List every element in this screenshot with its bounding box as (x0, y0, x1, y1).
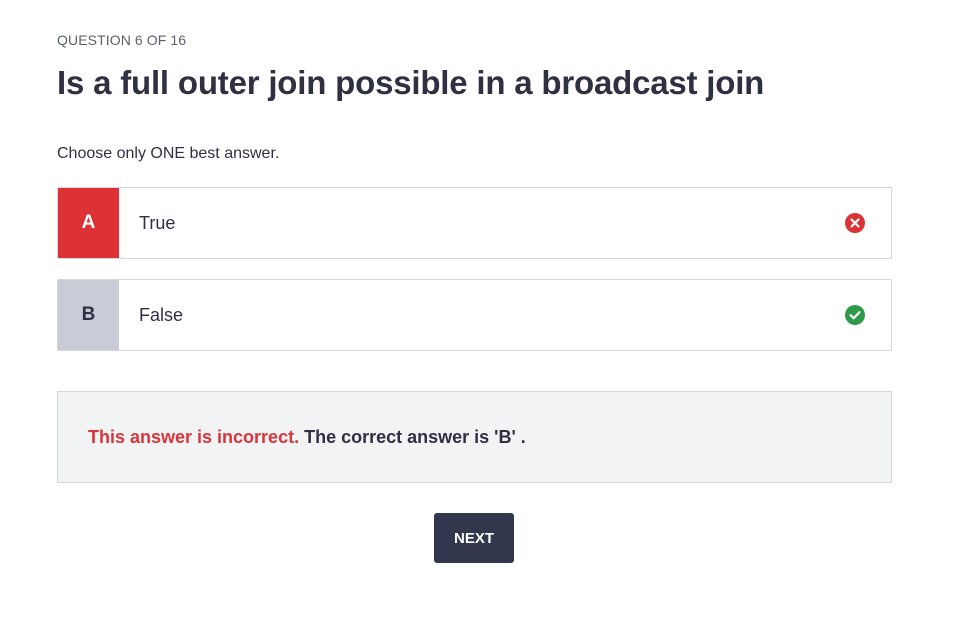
option-text-b: False (139, 304, 184, 325)
next-button[interactable]: NEXT (434, 513, 514, 563)
x-circle-icon (845, 213, 865, 233)
question-title: Is a full outer join possible in a broad… (57, 64, 765, 101)
question-instruction: Choose only ONE best answer. (57, 145, 280, 162)
answer-option-b[interactable]: B False (57, 279, 892, 351)
feedback-message: This answer is incorrect. The correct an… (88, 427, 526, 448)
feedback-box: This answer is incorrect. The correct an… (57, 391, 892, 483)
feedback-incorrect-label: This answer is incorrect. (88, 426, 300, 447)
check-circle-icon (845, 305, 865, 325)
option-text-a: True (139, 212, 176, 233)
answer-option-a[interactable]: A True (57, 187, 892, 259)
option-letter-b: B (58, 280, 119, 350)
feedback-correct-answer: The correct answer is 'B' . (304, 426, 526, 447)
option-letter-a: A (58, 188, 119, 258)
question-counter: QUESTION 6 OF 16 (57, 32, 187, 48)
